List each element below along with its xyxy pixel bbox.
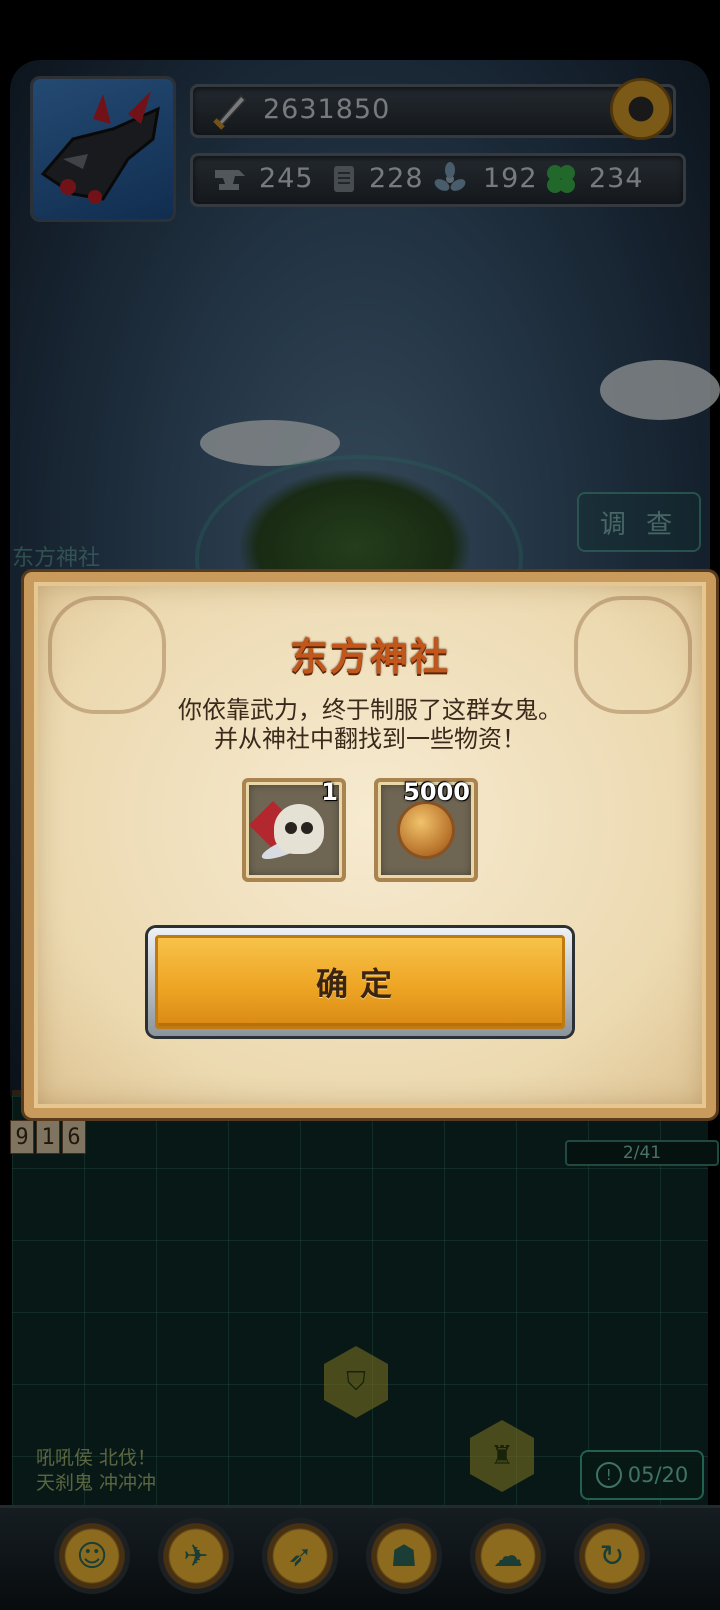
confirm-button-face: 确定 [155,935,565,1029]
reward-quantity: 5000 [403,778,470,806]
dialog-message: 你依靠武力，终于制服了这群女鬼。 并从神社中翻找到一些物资！ [74,696,666,754]
confirm-label: 确定 [315,965,404,1003]
message-line: 你依靠武力，终于制服了这群女鬼。 [178,696,562,724]
skull-eye [301,822,313,834]
copper-coin-icon [400,804,452,856]
message-line: 并从神社中翻找到一些物资！ [214,725,526,753]
reward-quantity: 1 [321,778,338,806]
reward-dialog: 东方神社 你依靠武力，终于制服了这群女鬼。 并从神社中翻找到一些物资！ 1 50… [24,572,716,1118]
dialog-title: 东方神社 [289,635,450,679]
skull-eye [285,822,297,834]
reward-item[interactable]: 5000 [374,778,478,882]
skull-relic-icon [274,804,324,854]
reward-item[interactable]: 1 [242,778,346,882]
confirm-button[interactable]: 确定 [148,928,572,1036]
